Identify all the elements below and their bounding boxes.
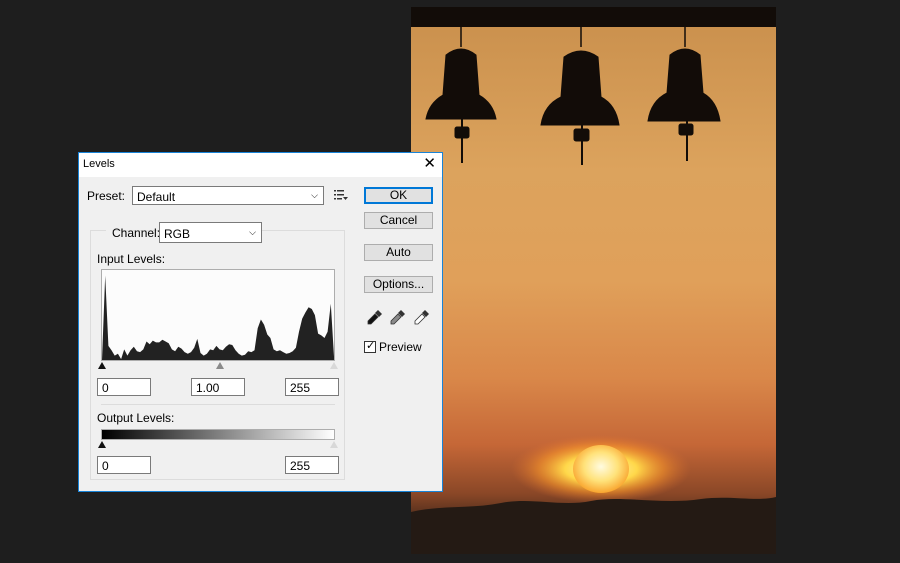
close-icon[interactable]: ✕ [423, 156, 436, 172]
histogram-graph [102, 275, 334, 360]
input-black-value: 0 [102, 381, 109, 395]
preset-value: Default [137, 190, 176, 204]
bell-left [425, 27, 497, 163]
output-levels-label: Output Levels: [97, 411, 175, 425]
white-eyedropper-icon[interactable] [414, 309, 430, 325]
input-white-field[interactable]: 255 [285, 378, 339, 396]
preset-dropdown[interactable]: Default ⌵ [132, 186, 324, 205]
input-gamma-slider[interactable] [216, 362, 224, 369]
cancel-button[interactable]: Cancel [364, 212, 433, 229]
document-canvas [411, 7, 776, 554]
ok-button[interactable]: OK [364, 187, 433, 204]
channel-row: Channel: [106, 223, 160, 240]
output-white-field[interactable]: 255 [285, 456, 339, 474]
output-black-slider[interactable] [98, 441, 106, 448]
output-gradient-bar [101, 429, 335, 440]
dialog-title: Levels [83, 158, 115, 170]
input-white-value: 255 [290, 381, 311, 395]
preset-label: Preset: [87, 189, 126, 203]
input-white-slider[interactable] [330, 362, 338, 369]
preview-label[interactable]: Preview [379, 340, 422, 354]
preset-menu-icon[interactable] [334, 189, 348, 201]
output-white-value: 255 [290, 459, 311, 473]
output-black-value: 0 [102, 459, 109, 473]
treeline [411, 497, 776, 554]
input-gamma-value: 1.00 [196, 381, 220, 395]
histogram-fill [102, 275, 334, 360]
input-levels-label: Input Levels: [97, 252, 166, 266]
separator [101, 404, 335, 405]
input-black-field[interactable]: 0 [97, 378, 151, 396]
chevron-down-icon: ⌵ [311, 190, 318, 200]
sun [573, 445, 629, 493]
gray-eyedropper-icon[interactable] [390, 309, 406, 325]
histogram [101, 269, 335, 361]
input-gamma-field[interactable]: 1.00 [191, 378, 245, 396]
channel-label: Channel: [112, 226, 161, 240]
preview-checkbox[interactable]: ✓ [364, 340, 376, 353]
options-button[interactable]: Options... [364, 276, 433, 293]
auto-button[interactable]: Auto [364, 244, 433, 261]
beam [411, 7, 776, 27]
bell-right [647, 27, 721, 161]
dialog-titlebar[interactable]: Levels ✕ [79, 153, 442, 177]
channel-value: RGB [164, 227, 191, 241]
black-eyedropper-icon[interactable] [367, 309, 383, 325]
bell-center [540, 27, 620, 165]
chevron-down-icon: ⌵ [249, 227, 256, 237]
channel-dropdown[interactable]: RGB ⌵ [159, 222, 262, 243]
checkmark-icon: ✓ [366, 340, 376, 352]
levels-dialog: Levels ✕ Preset: Default ⌵ Channel: RGB … [78, 152, 443, 492]
input-black-slider[interactable] [98, 362, 106, 369]
output-black-field[interactable]: 0 [97, 456, 151, 474]
photo-artwork [411, 7, 776, 554]
output-white-slider[interactable] [330, 441, 338, 448]
